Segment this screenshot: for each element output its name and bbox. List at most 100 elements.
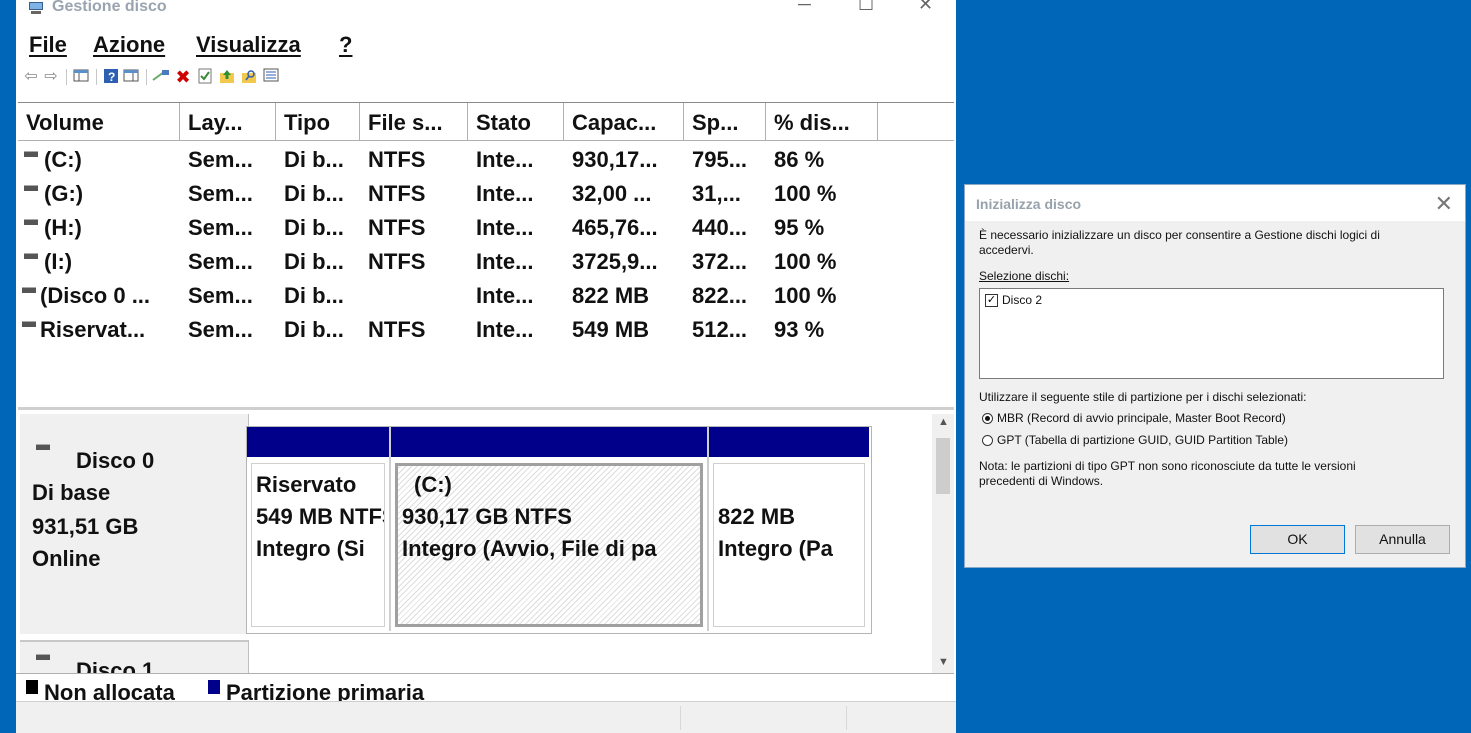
window-title: Gestione disco [52,0,167,15]
cell-free-space: 795... [692,147,748,172]
column-header-layout[interactable]: Lay... [180,103,276,141]
cell-percent-free: 93 % [774,317,825,342]
export-folder-icon[interactable] [218,68,236,86]
drive-icon [22,321,36,327]
dialog-close-button[interactable]: ✕ [1435,191,1453,217]
cell-filesystem [368,279,468,313]
column-header-status[interactable]: Stato [468,103,564,141]
forward-arrow-icon[interactable]: ⇨ [42,68,60,86]
menu-file[interactable]: File [29,32,67,58]
cell-layout: Sem... [188,147,253,172]
drive-icon [24,219,38,225]
cell-filesystem: NTFS [368,215,426,240]
connect-drive-icon[interactable] [152,68,170,86]
table-row[interactable]: (Disco 0 ... Sem... Di b... Inte... 822 … [18,279,954,313]
cancel-button[interactable]: Annulla [1355,525,1450,554]
vertical-scrollbar[interactable]: ▲ ▼ [932,414,954,674]
toolbar-separator [146,69,147,85]
column-header-volume[interactable]: Volume [18,103,180,141]
scroll-down-icon[interactable]: ▼ [938,656,949,668]
unallocated-swatch [26,680,38,694]
cell-layout: Sem... [188,317,253,342]
partition-status: Integro (Pa [718,536,833,561]
cell-status: Inte... [476,215,534,240]
close-button[interactable]: ✕ [918,0,933,15]
column-header-type[interactable]: Tipo [276,103,360,141]
column-header-capacity[interactable]: Capac... [564,103,684,141]
search-folder-icon[interactable] [240,68,258,86]
toolbar-separator [66,69,67,85]
show-hide-pane-icon[interactable] [122,68,140,86]
partition-label: (C:) [414,472,452,497]
disk-management-window: Gestione disco ─ ☐ ✕ File Azione Visuali… [16,0,956,733]
partition-c[interactable]: (C:) 930,17 GB NTFS Integro (Avvio, File… [391,427,709,631]
dialog-title-bar: Inizializza disco ✕ [965,185,1465,221]
cell-layout: Sem... [188,283,253,308]
column-header-free-space[interactable]: Sp... [684,103,766,141]
disk-map: Disco 0 Di base 931,51 GB Online Riserva… [18,407,954,683]
partition-bar [391,427,707,457]
cell-capacity: 822 MB [572,283,650,308]
cell-filesystem: NTFS [368,147,426,172]
menu-help[interactable]: ? [339,32,352,58]
column-header-filesystem[interactable]: File s... [360,103,468,141]
properties-check-icon[interactable] [196,68,214,86]
partition-status: Integro (Si [256,536,365,561]
drive-icon [24,151,38,157]
menu-visualizza[interactable]: Visualizza [196,32,301,58]
maximize-button[interactable]: ☐ [858,0,874,15]
mbr-option-label[interactable]: MBR (Record di avvio principale, Master … [997,411,1286,425]
cell-volume: (I:) [44,249,73,274]
disk-icon [36,654,50,660]
table-row[interactable]: (I:) Sem... Di b... NTFS Inte... 3725,9.… [18,245,954,279]
ok-button[interactable]: OK [1250,525,1345,554]
gpt-radio[interactable] [982,435,993,446]
initialize-disk-dialog: Inizializza disco ✕ È necessario inizial… [965,185,1465,567]
cell-capacity: 549 MB [572,317,650,342]
minimize-button[interactable]: ─ [798,0,811,15]
help-icon[interactable]: ? [102,68,120,86]
dialog-intro-line1: È necessario inizializzare un disco per … [979,228,1380,242]
partition-bar [709,427,869,457]
column-header-percent-free[interactable]: % dis... [766,103,878,141]
table-row[interactable]: (H:) Sem... Di b... NTFS Inte... 465,76.… [18,211,954,245]
cell-percent-free: 100 % [774,181,837,206]
note-line1: Nota: le partizioni di tipo GPT non sono… [979,459,1356,473]
gpt-option-label[interactable]: GPT (Tabella di partizione GUID, GUID Pa… [997,433,1288,447]
disk2-label[interactable]: Disco 2 [1002,293,1042,307]
partition-recovery[interactable]: 822 MB Integro (Pa [709,427,869,631]
cell-capacity: 465,76... [572,215,658,240]
cell-capacity: 930,17... [572,147,658,172]
disk0-info-panel[interactable]: Disco 0 Di base 931,51 GB Online [20,414,249,634]
settings-list-icon[interactable] [262,68,280,86]
cell-volume: (C:) [44,147,82,172]
disk-listbox[interactable]: ✓ Disco 2 [979,288,1444,379]
cell-percent-free: 86 % [774,147,825,172]
cell-percent-free: 100 % [774,283,837,308]
menu-azione[interactable]: Azione [93,32,165,58]
cell-status: Inte... [476,147,534,172]
scroll-thumb[interactable] [936,438,950,494]
mbr-radio[interactable] [982,413,993,424]
cell-status: Inte... [476,181,534,206]
note-line2: precedenti di Windows. [979,474,1104,488]
cell-layout: Sem... [188,249,253,274]
delete-icon[interactable]: ✖ [174,68,192,86]
cell-filesystem: NTFS [368,249,426,274]
disk2-checkbox[interactable]: ✓ [985,294,998,307]
dialog-title: Inizializza disco [976,196,1082,212]
table-row[interactable]: (G:) Sem... Di b... NTFS Inte... 32,00 .… [18,177,954,211]
back-arrow-icon[interactable]: ⇦ [22,68,40,86]
table-row[interactable]: (C:) Sem... Di b... NTFS Inte... 930,17.… [18,143,954,177]
cell-status: Inte... [476,283,534,308]
partition-body: 822 MB Integro (Pa [713,463,865,627]
partition-body: Riservato 549 MB NTFS Integro (Si [251,463,385,627]
status-divider [846,706,847,730]
table-row[interactable]: Riservat... Sem... Di b... NTFS Inte... … [18,313,954,347]
cell-filesystem: NTFS [368,317,426,342]
partition-size: 822 MB [718,504,796,529]
scroll-up-icon[interactable]: ▲ [938,416,949,428]
console-tree-icon[interactable] [72,68,90,86]
partition-reserved[interactable]: Riservato 549 MB NTFS Integro (Si [247,427,391,631]
partition-status: Integro (Avvio, File di pa [402,536,657,561]
